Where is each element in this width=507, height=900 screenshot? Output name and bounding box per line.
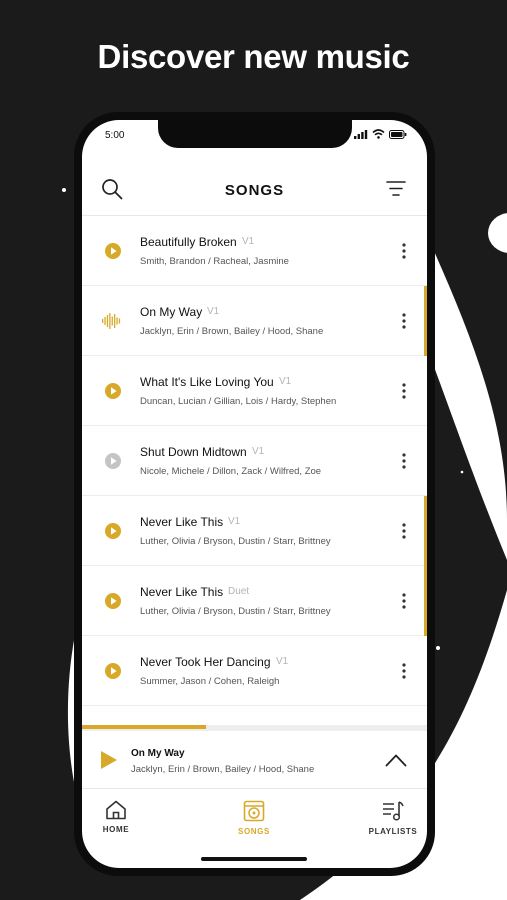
tab-home-label: HOME	[102, 825, 130, 834]
song-artists: Smith, Brandon / Racheal, Jasmine	[140, 256, 289, 267]
song-title: Never Took Her Dancing	[140, 655, 271, 669]
record-icon	[243, 800, 265, 822]
active-marker	[424, 566, 427, 636]
playback-progress-fill	[82, 725, 207, 729]
promo-stage: Discover new music 5:00 SONGS Beautifull…	[0, 0, 507, 900]
play-icon[interactable]	[100, 750, 118, 770]
song-title: Never Like This	[140, 515, 224, 529]
now-playing-title: On My Way	[131, 748, 185, 759]
tab-bar: HOME SONGS PLAYLISTS	[82, 790, 427, 850]
now-playing-artists: Jacklyn, Erin / Brown, Bailey / Hood, Sh…	[131, 764, 315, 775]
play-icon[interactable]	[104, 662, 122, 680]
status-icons	[354, 129, 407, 139]
tab-home[interactable]: HOME	[82, 800, 156, 834]
song-version: V1	[252, 446, 265, 457]
song-title: Never Like This	[140, 585, 224, 599]
wifi-icon	[372, 129, 385, 139]
home-indicator	[201, 857, 307, 861]
song-version: Duet	[228, 586, 250, 597]
home-icon	[106, 800, 126, 820]
song-version: V1	[276, 656, 289, 667]
song-artists: Nicole, Michele / Dillon, Zack / Wilfred…	[140, 466, 322, 477]
song-row[interactable]: Never Took Her Dancing V1 Summer, Jason / …	[82, 636, 427, 706]
play-icon[interactable]	[104, 242, 122, 260]
waveform-icon[interactable]	[102, 312, 122, 330]
battery-icon	[389, 129, 407, 139]
phone-notch	[158, 120, 352, 148]
more-options-icon[interactable]	[401, 662, 407, 680]
play-icon[interactable]	[104, 452, 122, 470]
top-bar: SONGS	[82, 160, 427, 216]
status-time: 5:00	[105, 130, 125, 141]
song-artists: Duncan, Lucian / Gillian, Lois / Hardy, …	[140, 396, 337, 407]
song-artists: Luther, Olivia / Bryson, Dustin / Starr,…	[140, 536, 331, 547]
song-title: Shut Down Midtown	[140, 445, 247, 459]
song-title: On My Way	[140, 305, 203, 319]
tab-songs[interactable]: SONGS	[214, 800, 294, 836]
song-version: V1	[242, 236, 255, 247]
song-row[interactable]: On My Way V1 Jacklyn, Erin / Brown, Bailey…	[82, 286, 427, 356]
playlist-icon	[383, 801, 404, 821]
song-title: What It's Like Loving You	[140, 375, 274, 389]
more-options-icon[interactable]	[401, 592, 407, 610]
song-artists: Jacklyn, Erin / Brown, Bailey / Hood, Sh…	[140, 326, 324, 337]
song-version: V1	[228, 516, 241, 527]
now-playing-bar[interactable]: On My Way Jacklyn, Erin / Brown, Bailey …	[82, 731, 427, 789]
tab-playlists[interactable]: PLAYLISTS	[353, 800, 427, 836]
song-row[interactable]: What It's Like Loving You V1 Duncan, Lucia…	[82, 356, 427, 426]
play-icon[interactable]	[104, 382, 122, 400]
filter-icon[interactable]	[385, 179, 407, 199]
active-marker	[424, 286, 427, 356]
song-row[interactable]: Beautifully Broken V1 Smith, Brandon / Rac…	[82, 216, 427, 286]
more-options-icon[interactable]	[401, 312, 407, 330]
song-version: V1	[207, 306, 220, 317]
song-artists: Luther, Olivia / Bryson, Dustin / Starr,…	[140, 606, 331, 617]
more-options-icon[interactable]	[401, 382, 407, 400]
more-options-icon[interactable]	[401, 522, 407, 540]
phone-frame: 5:00 SONGS Beautifully Broken V1 Smith, …	[74, 112, 435, 876]
more-options-icon[interactable]	[401, 452, 407, 470]
tab-songs-label: SONGS	[238, 827, 270, 836]
song-version: V1	[279, 376, 292, 387]
song-title: Beautifully Broken	[140, 235, 237, 249]
song-row[interactable]: Never Like This V1 Luther, Olivia / Bryson…	[82, 496, 427, 566]
song-row[interactable]: Never Like This Duet Luther, Olivia / Brys…	[82, 566, 427, 636]
play-icon[interactable]	[104, 592, 122, 610]
chevron-up-icon[interactable]	[385, 753, 407, 767]
song-list: Beautifully Broken V1 Smith, Brandon / Rac…	[82, 216, 427, 706]
headline: Discover new music	[97, 38, 410, 75]
play-icon[interactable]	[104, 522, 122, 540]
song-row[interactable]: Shut Down Midtown V1 Nicole, Michele / Dil…	[82, 426, 427, 496]
more-options-icon[interactable]	[401, 242, 407, 260]
signal-icon	[354, 129, 368, 139]
song-artists: Summer, Jason / Cohen, Raleigh	[140, 676, 280, 687]
tab-playlists-label: PLAYLISTS	[368, 827, 418, 836]
page-title: SONGS	[224, 182, 285, 199]
app-screen: 5:00 SONGS Beautifully Broken V1 Smith, …	[82, 120, 427, 868]
active-marker	[424, 496, 427, 566]
